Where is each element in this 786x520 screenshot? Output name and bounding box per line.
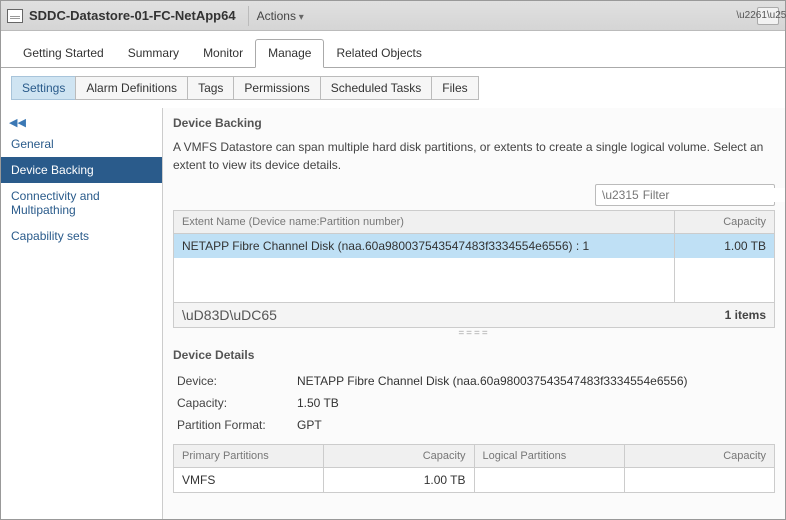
- subtab-permissions[interactable]: Permissions: [233, 76, 320, 100]
- section-description: A VMFS Datastore can span multiple hard …: [173, 138, 775, 174]
- device-details-title: Device Details: [173, 348, 775, 362]
- col-logical-partitions[interactable]: Logical Partitions: [474, 444, 624, 467]
- extent-row-name: NETAPP Fibre Channel Disk (naa.60a980037…: [174, 234, 675, 259]
- section-title: Device Backing: [173, 116, 775, 130]
- subtab-files[interactable]: Files: [431, 76, 478, 100]
- extent-col-capacity[interactable]: Capacity: [675, 211, 775, 234]
- sidebar-item-general[interactable]: General: [1, 131, 162, 157]
- splitter-handle[interactable]: ====: [173, 328, 775, 338]
- sidebar-item-capability-sets[interactable]: Capability sets: [1, 223, 162, 249]
- subtab-scheduled-tasks[interactable]: Scheduled Tasks: [320, 76, 433, 100]
- search-icon: \u2315: [602, 188, 639, 202]
- extent-row-empty: [174, 280, 775, 302]
- extent-row[interactable]: NETAPP Fibre Channel Disk (naa.60a980037…: [174, 234, 775, 259]
- partition-primary: VMFS: [174, 467, 324, 492]
- subtab-settings[interactable]: Settings: [11, 76, 76, 100]
- tab-related-objects[interactable]: Related Objects: [324, 40, 433, 67]
- filter-input[interactable]: [643, 188, 785, 202]
- sidebar-item-device-backing[interactable]: Device Backing: [1, 157, 162, 183]
- datastore-window: SDDC-Datastore-01-FC-NetApp64 Actions \u…: [0, 0, 786, 520]
- datastore-icon: [7, 9, 23, 23]
- capacity-value: 1.50 TB: [297, 396, 771, 410]
- items-count: 1 items: [725, 308, 766, 322]
- sidebar-collapse-icon[interactable]: ◀◀: [1, 114, 162, 131]
- titlebar: SDDC-Datastore-01-FC-NetApp64 Actions \u…: [1, 1, 785, 31]
- partition-table: Primary Partitions Capacity Logical Part…: [173, 444, 775, 493]
- tab-monitor[interactable]: Monitor: [191, 40, 255, 67]
- actions-menu[interactable]: Actions: [248, 6, 312, 26]
- extent-row-empty: [174, 258, 775, 280]
- extent-table-footer: \uD83D\uDC65 1 items: [173, 303, 775, 328]
- tab-getting-started[interactable]: Getting Started: [11, 40, 116, 67]
- panel-menu-button[interactable]: \u2261\u25BE: [757, 7, 779, 25]
- find-icon[interactable]: \uD83D\uDC65: [182, 307, 277, 323]
- partition-row[interactable]: VMFS 1.00 TB: [174, 467, 775, 492]
- extent-table: Extent Name (Device name:Partition numbe…: [173, 210, 775, 303]
- device-label: Device:: [177, 374, 297, 388]
- tab-summary[interactable]: Summary: [116, 40, 191, 67]
- partition-format-value: GPT: [297, 418, 771, 432]
- col-primary-capacity[interactable]: Capacity: [324, 444, 474, 467]
- partition-logical: [474, 467, 624, 492]
- extent-row-capacity: 1.00 TB: [675, 234, 775, 259]
- extent-col-name[interactable]: Extent Name (Device name:Partition numbe…: [174, 211, 675, 234]
- subtab-tags[interactable]: Tags: [187, 76, 234, 100]
- filter-box[interactable]: \u2315 \u25BE: [595, 184, 775, 206]
- col-primary-partitions[interactable]: Primary Partitions: [174, 444, 324, 467]
- sidebar: ◀◀ General Device Backing Connectivity a…: [1, 108, 163, 519]
- content-panel: Device Backing A VMFS Datastore can span…: [163, 108, 785, 519]
- device-details: Device: NETAPP Fibre Channel Disk (naa.6…: [173, 370, 775, 444]
- partition-logical-capacity: [624, 467, 774, 492]
- window-title: SDDC-Datastore-01-FC-NetApp64: [29, 8, 236, 23]
- tab-manage[interactable]: Manage: [255, 39, 324, 68]
- sub-tabs: Settings Alarm Definitions Tags Permissi…: [1, 68, 785, 108]
- capacity-label: Capacity:: [177, 396, 297, 410]
- sidebar-item-connectivity[interactable]: Connectivity and Multipathing: [1, 183, 162, 223]
- device-value: NETAPP Fibre Channel Disk (naa.60a980037…: [297, 374, 771, 388]
- top-tabs: Getting Started Summary Monitor Manage R…: [1, 31, 785, 68]
- partition-primary-capacity: 1.00 TB: [324, 467, 474, 492]
- partition-format-label: Partition Format:: [177, 418, 297, 432]
- col-logical-capacity[interactable]: Capacity: [624, 444, 774, 467]
- subtab-alarm-definitions[interactable]: Alarm Definitions: [75, 76, 188, 100]
